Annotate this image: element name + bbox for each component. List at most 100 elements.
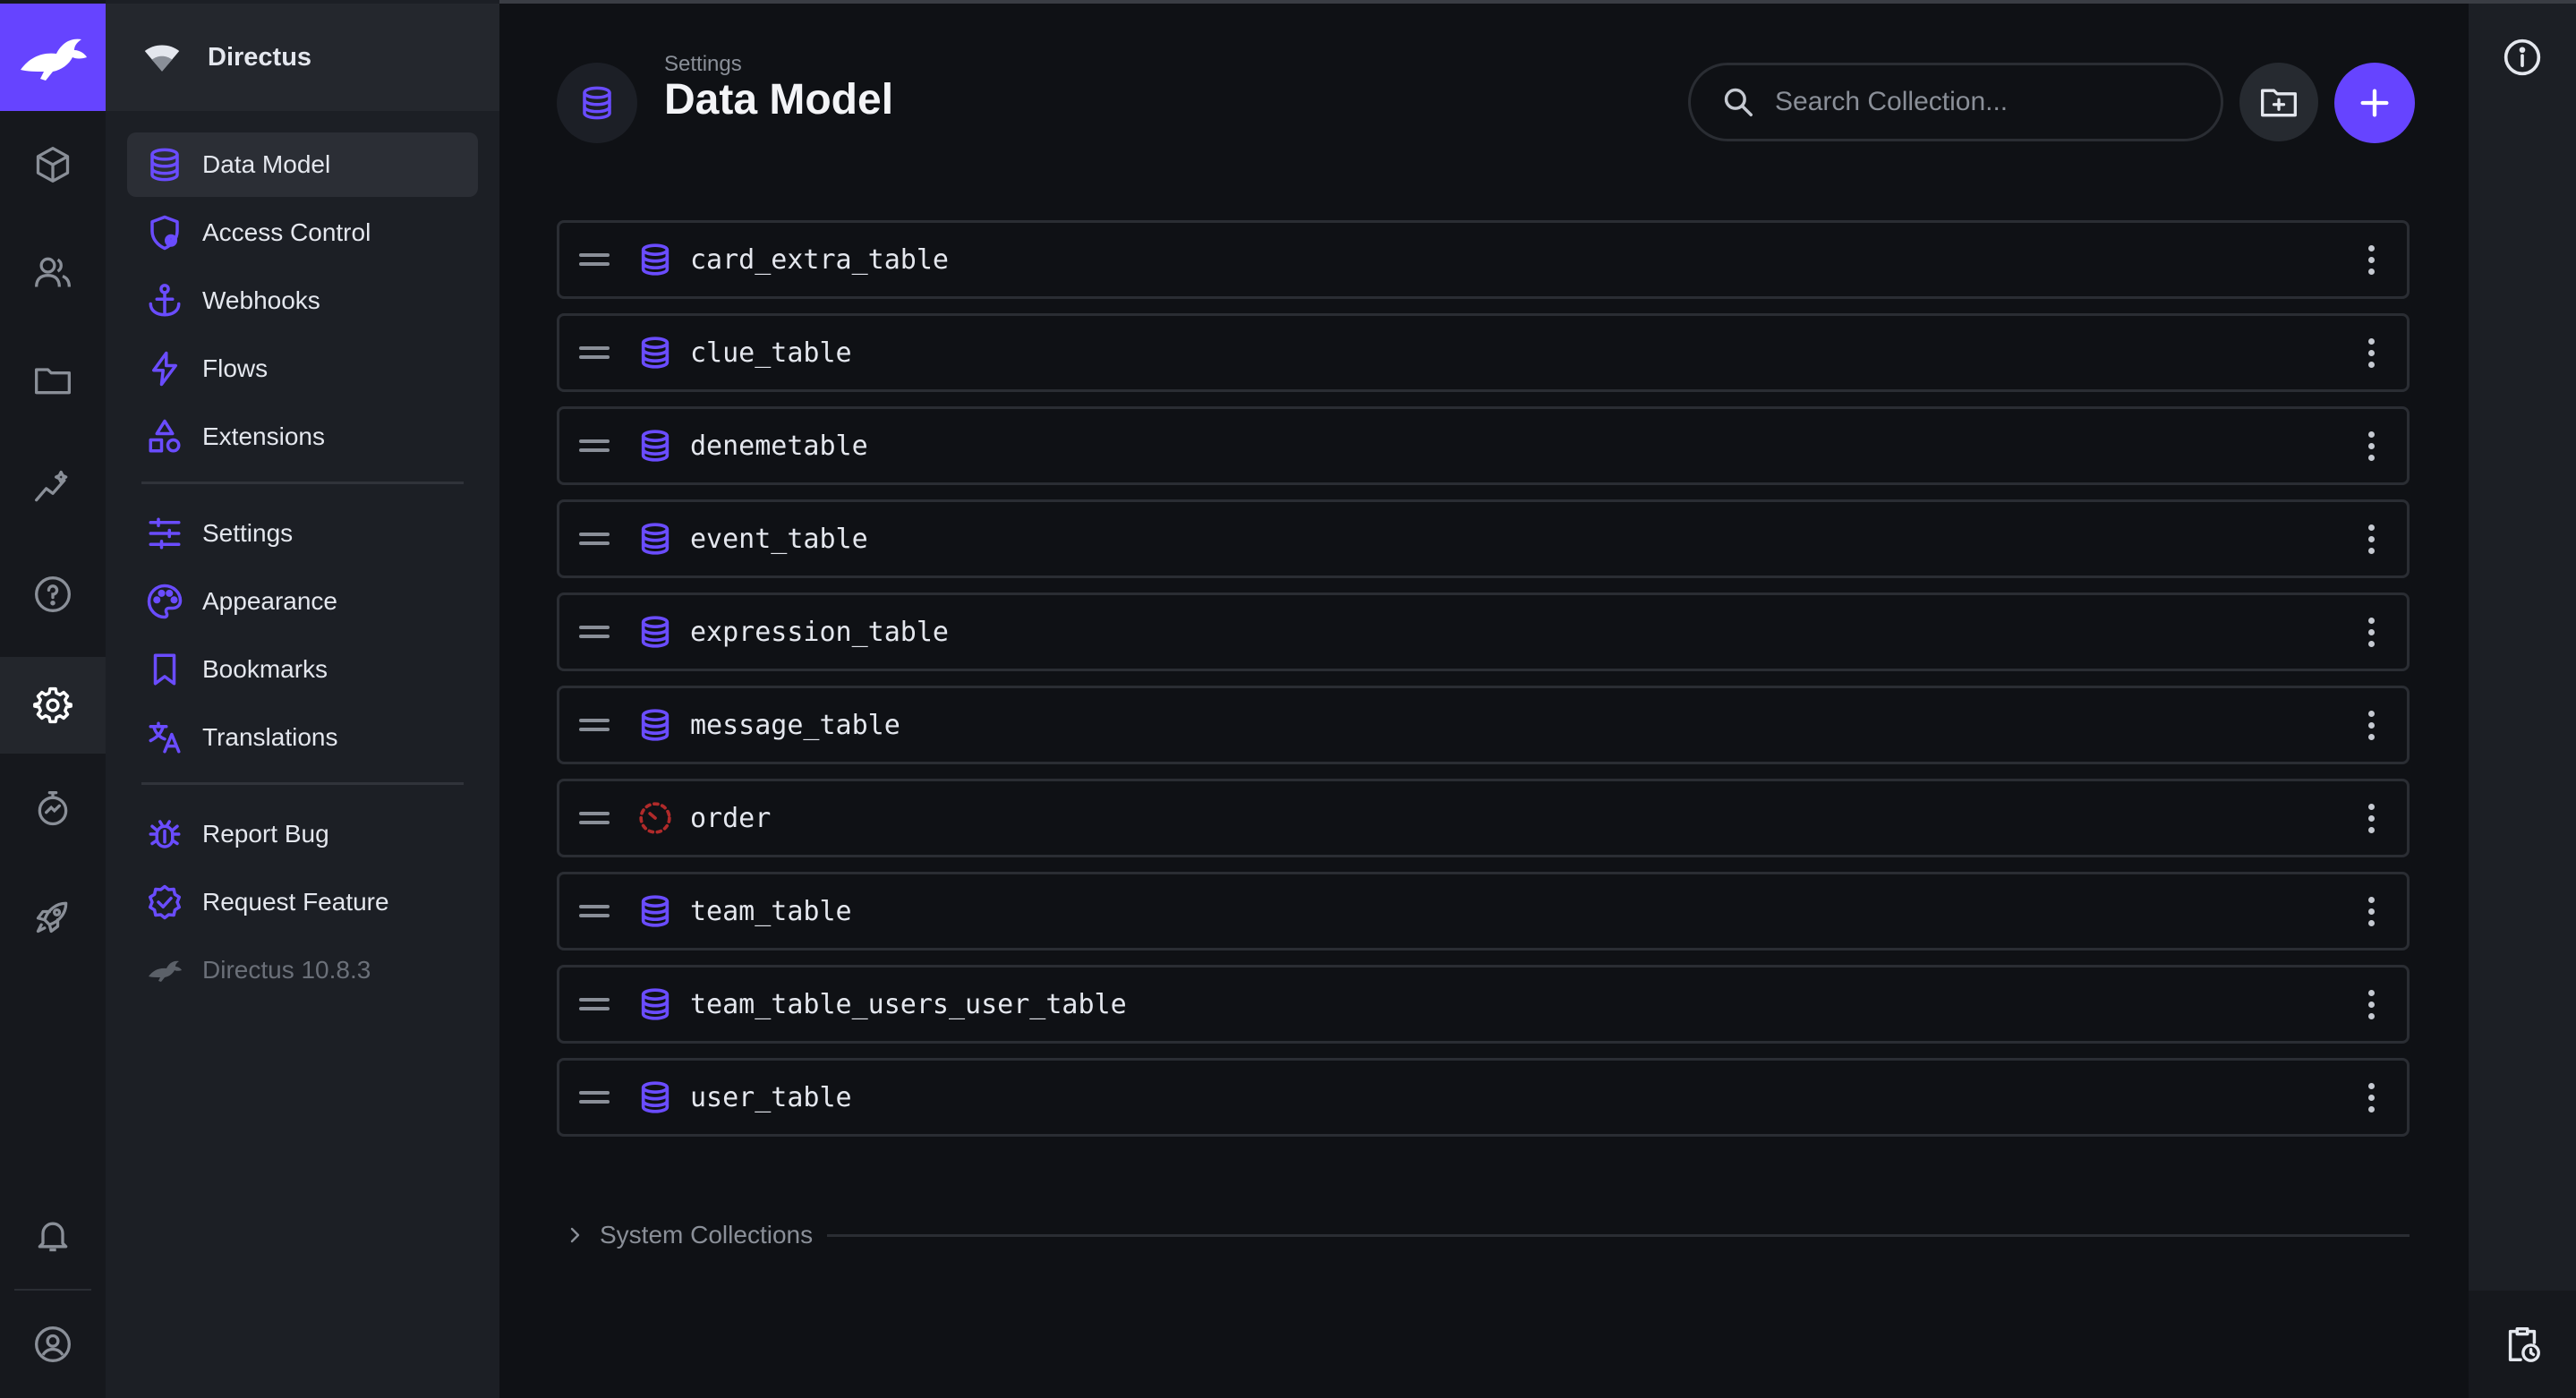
dotted-clock-icon — [636, 799, 674, 837]
collection-row[interactable]: denemetable — [557, 406, 2410, 485]
more-options-icon[interactable] — [2368, 688, 2375, 762]
search-icon — [1724, 88, 1753, 116]
database-icon — [636, 241, 674, 278]
users-icon — [35, 257, 71, 287]
collection-row[interactable]: card_extra_table — [557, 220, 2410, 299]
more-options-icon[interactable] — [2368, 409, 2375, 482]
drag-handle-icon[interactable] — [579, 253, 610, 266]
module-account[interactable] — [0, 1300, 106, 1389]
nav-item-translations[interactable]: Translations — [127, 705, 478, 770]
create-folder-button[interactable] — [2239, 63, 2318, 141]
shapes-icon — [145, 417, 184, 456]
collection-row[interactable]: message_table — [557, 686, 2410, 764]
module-marketplace[interactable] — [0, 872, 106, 961]
bookmark-icon — [145, 650, 184, 689]
folder-add-icon — [2261, 89, 2297, 117]
collection-row[interactable]: user_table — [557, 1058, 2410, 1137]
drag-handle-icon[interactable] — [579, 812, 610, 824]
module-notifications[interactable] — [0, 1190, 106, 1280]
module-insights[interactable] — [0, 442, 106, 532]
nav-item-access-control[interactable]: Access Control — [127, 200, 478, 265]
nav-item-label: Bookmarks — [202, 655, 328, 683]
nav-item-appearance[interactable]: Appearance — [127, 569, 478, 634]
anchor-icon — [145, 281, 184, 320]
translate-icon — [145, 718, 184, 757]
nav-item-label: Request Feature — [202, 888, 389, 916]
activity-button[interactable] — [2469, 1291, 2576, 1398]
module-users[interactable] — [0, 227, 106, 317]
nav-item-request-feature[interactable]: Request Feature — [127, 870, 478, 934]
database-icon — [636, 985, 674, 1023]
drag-handle-icon[interactable] — [579, 719, 610, 731]
drag-handle-icon[interactable] — [579, 998, 610, 1010]
module-content[interactable] — [0, 120, 106, 209]
system-collections-label: System Collections — [600, 1221, 814, 1249]
nav-item-extensions[interactable]: Extensions — [127, 405, 478, 469]
sidebar-right — [2469, 4, 2576, 1398]
module-settings[interactable] — [0, 657, 106, 754]
main-content: Settings Data Model card_extra_tableclue… — [499, 4, 2469, 1398]
module-bar — [0, 0, 106, 1398]
drag-handle-icon[interactable] — [579, 346, 610, 359]
more-options-icon[interactable] — [2368, 316, 2375, 389]
project-header[interactable]: Directus — [106, 4, 499, 111]
more-options-icon[interactable] — [2368, 502, 2375, 575]
nav-item-label: Data Model — [202, 150, 331, 178]
nav-item-bookmarks[interactable]: Bookmarks — [127, 637, 478, 702]
user-circle-icon — [35, 1326, 71, 1362]
collection-name: team_table_users_user_table — [690, 988, 1127, 1020]
search-field[interactable] — [1688, 63, 2223, 141]
collection-row[interactable]: team_table — [557, 872, 2410, 950]
nav-item-flows[interactable]: Flows — [127, 337, 478, 401]
collection-name: order — [690, 802, 772, 834]
nav-item-settings[interactable]: Settings — [127, 501, 478, 566]
nav-item-data-model[interactable]: Data Model — [127, 132, 478, 197]
nav-item-webhooks[interactable]: Webhooks — [127, 269, 478, 333]
breadcrumb[interactable]: Settings — [664, 52, 742, 77]
database-icon — [636, 613, 674, 651]
drag-handle-icon[interactable] — [579, 905, 610, 917]
drag-handle-icon[interactable] — [579, 626, 610, 638]
version-label: Directus 10.8.3 — [202, 956, 371, 984]
timer-icon — [38, 791, 68, 826]
more-options-icon[interactable] — [2368, 595, 2375, 669]
more-options-icon[interactable] — [2368, 874, 2375, 948]
search-input[interactable] — [1775, 87, 2187, 117]
directus-logo[interactable] — [0, 4, 106, 111]
more-options-icon[interactable] — [2368, 223, 2375, 296]
database-icon — [636, 706, 674, 744]
bell-icon — [38, 1222, 68, 1252]
module-monitor[interactable] — [0, 764, 106, 854]
system-collections-toggle[interactable]: System Collections — [564, 1215, 2410, 1255]
collection-row[interactable]: event_table — [557, 499, 2410, 578]
collection-row[interactable]: expression_table — [557, 592, 2410, 671]
rocket-icon — [36, 901, 68, 933]
nav-divider — [141, 782, 464, 785]
collection-row[interactable]: clue_table — [557, 313, 2410, 392]
module-help[interactable] — [0, 550, 106, 639]
nav-item-label: Translations — [202, 723, 338, 751]
drag-handle-icon[interactable] — [579, 1091, 610, 1104]
nav-item-report-bug[interactable]: Report Bug — [127, 802, 478, 866]
drag-handle-icon[interactable] — [579, 533, 610, 545]
more-options-icon[interactable] — [2368, 1061, 2375, 1134]
rabbit-logo-icon — [145, 950, 184, 990]
chevron-right-icon — [570, 1227, 580, 1243]
bug-icon — [145, 814, 184, 854]
nav-divider — [141, 482, 464, 484]
collection-name: user_table — [690, 1081, 852, 1113]
database-icon — [583, 86, 611, 120]
drag-handle-icon[interactable] — [579, 439, 610, 452]
more-options-icon[interactable] — [2368, 781, 2375, 855]
folder-icon — [35, 368, 71, 395]
nav-item-label: Webhooks — [202, 286, 320, 314]
more-options-icon[interactable] — [2368, 968, 2375, 1041]
collection-row[interactable]: order — [557, 779, 2410, 857]
collection-row[interactable]: team_table_users_user_table — [557, 965, 2410, 1044]
verified-icon — [145, 882, 184, 922]
module-files[interactable] — [0, 335, 106, 424]
page-title: Data Model — [664, 76, 894, 124]
info-button[interactable] — [2469, 4, 2576, 111]
create-collection-button[interactable] — [2334, 63, 2415, 143]
collection-name: event_table — [690, 523, 868, 555]
